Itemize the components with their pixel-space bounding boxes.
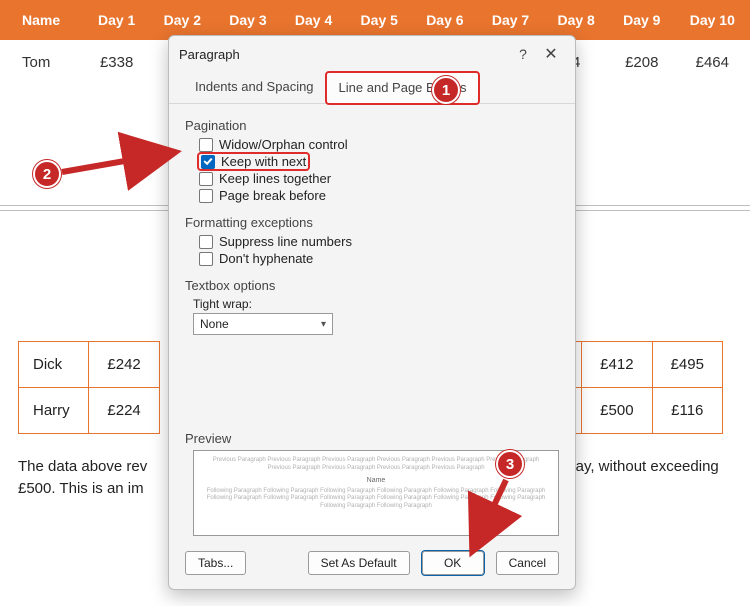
widow-orphan-label: Widow/Orphan control xyxy=(219,137,348,152)
cell: £495 xyxy=(652,342,722,388)
widow-orphan-checkbox[interactable] xyxy=(199,138,213,152)
col-name: Name xyxy=(0,0,84,40)
callout-3: 3 xyxy=(496,450,524,478)
textbox-options-legend: Textbox options xyxy=(185,278,559,293)
col-day6: Day 6 xyxy=(412,0,478,40)
col-day4: Day 4 xyxy=(281,0,347,40)
tight-wrap-value: None xyxy=(200,317,229,331)
keep-with-next-checkbox[interactable] xyxy=(201,155,215,169)
formatting-exceptions-legend: Formatting exceptions xyxy=(185,215,559,230)
cancel-button[interactable]: Cancel xyxy=(496,551,559,575)
ok-button[interactable]: OK xyxy=(422,551,484,575)
set-default-button[interactable]: Set As Default xyxy=(308,551,410,575)
col-day8: Day 8 xyxy=(543,0,609,40)
suppress-line-numbers-checkbox[interactable] xyxy=(199,235,213,249)
chevron-down-icon: ▾ xyxy=(321,319,326,330)
cell: £224 xyxy=(89,388,159,434)
col-day1: Day 1 xyxy=(84,0,150,40)
paragraph-dialog: Paragraph ? ✕ Indents and Spacing Line a… xyxy=(168,35,576,590)
cell: £338 xyxy=(84,40,150,85)
col-day2: Day 2 xyxy=(149,0,215,40)
preview-sample-text: Name xyxy=(204,476,548,485)
tabs-button[interactable]: Tabs... xyxy=(185,551,246,575)
tab-indents-spacing[interactable]: Indents and Spacing xyxy=(183,72,326,103)
col-day10: Day 10 xyxy=(675,0,750,40)
cell: £208 xyxy=(609,40,675,85)
cell: £412 xyxy=(582,342,652,388)
preview-legend: Preview xyxy=(185,431,559,446)
cell: £464 xyxy=(675,40,750,85)
tight-wrap-select[interactable]: None ▾ xyxy=(193,313,333,335)
cell: £116 xyxy=(652,388,722,434)
preview-following-text: Following Paragraph Following Paragraph … xyxy=(204,488,548,511)
close-button[interactable]: ✕ xyxy=(537,44,565,64)
dialog-titlebar: Paragraph ? ✕ xyxy=(169,36,575,72)
cell-name: Dick xyxy=(19,342,89,388)
col-day3: Day 3 xyxy=(215,0,281,40)
dont-hyphenate-label: Don't hyphenate xyxy=(219,251,313,266)
pagination-legend: Pagination xyxy=(185,118,559,133)
tight-wrap-label: Tight wrap: xyxy=(193,297,559,311)
col-day5: Day 5 xyxy=(346,0,412,40)
suppress-line-numbers-label: Suppress line numbers xyxy=(219,234,352,249)
text-frag: The data above rev xyxy=(18,458,147,475)
dialog-tabs: Indents and Spacing Line and Page Breaks xyxy=(169,72,575,104)
dialog-title: Paragraph xyxy=(179,47,509,62)
text-frag: ay, without exceeding xyxy=(576,458,719,475)
cell: £500 xyxy=(582,388,652,434)
callout-2: 2 xyxy=(33,160,61,188)
text-frag: £500. This is an im xyxy=(18,480,144,497)
col-day7: Day 7 xyxy=(478,0,544,40)
keep-with-next-label: Keep with next xyxy=(221,154,306,169)
cell-name: Tom xyxy=(0,40,84,85)
help-button[interactable]: ? xyxy=(509,46,537,62)
dont-hyphenate-checkbox[interactable] xyxy=(199,252,213,266)
page-break-before-checkbox[interactable] xyxy=(199,189,213,203)
cell: £242 xyxy=(89,342,159,388)
page-break-before-label: Page break before xyxy=(219,188,326,203)
col-day9: Day 9 xyxy=(609,0,675,40)
cell-name: Harry xyxy=(19,388,89,434)
keep-lines-together-label: Keep lines together xyxy=(219,171,331,186)
callout-1: 1 xyxy=(432,76,460,104)
keep-lines-together-checkbox[interactable] xyxy=(199,172,213,186)
